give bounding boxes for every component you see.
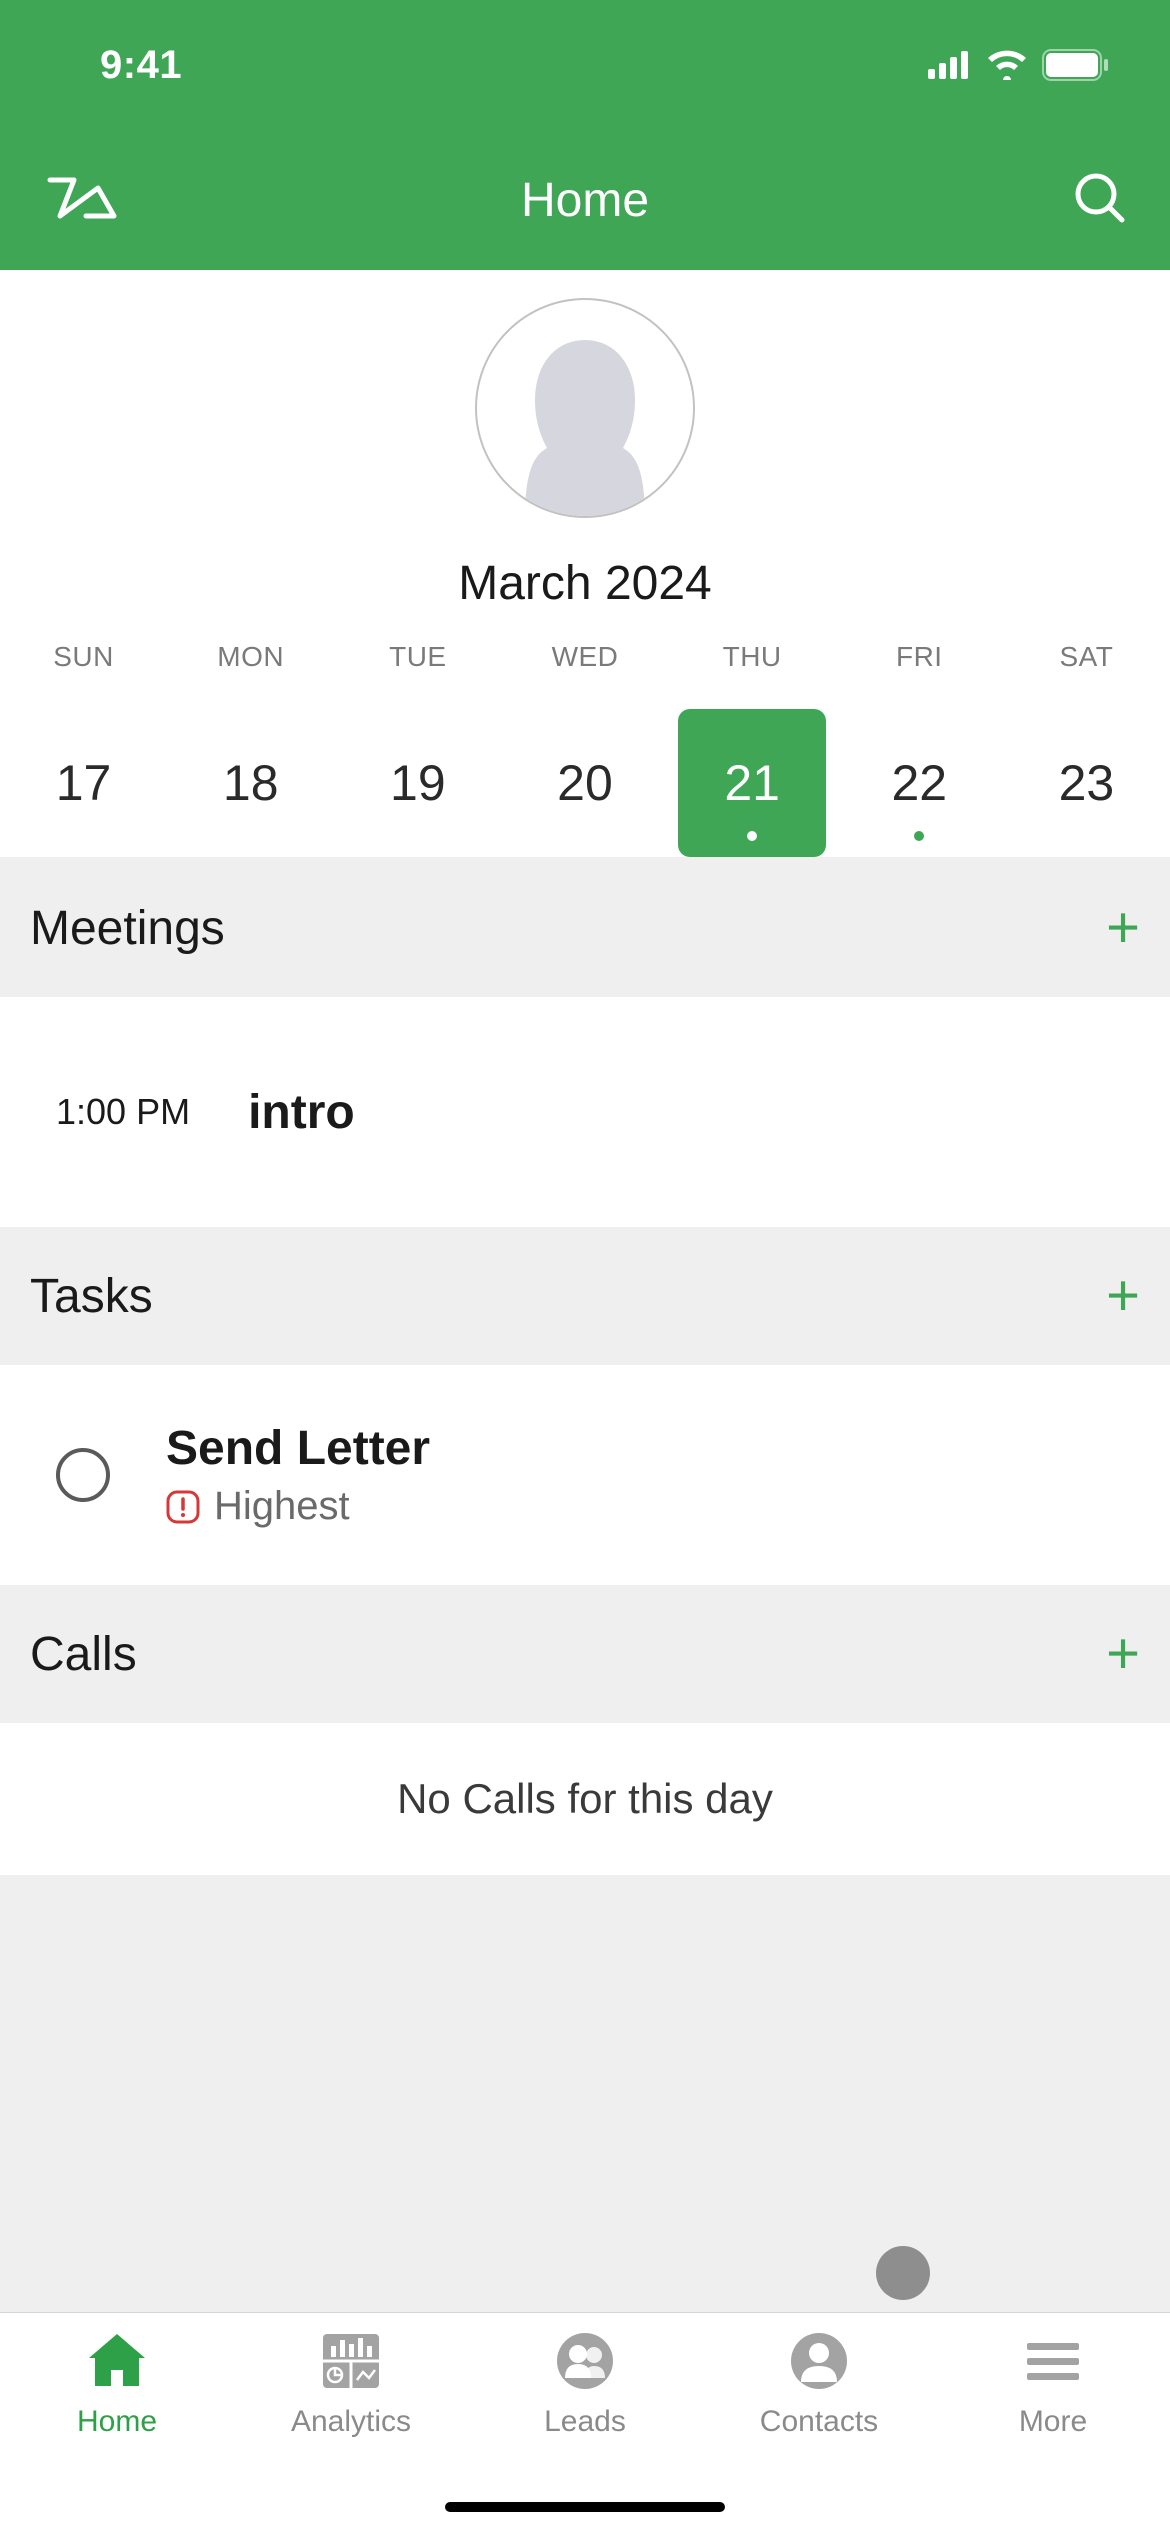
month-label: March 2024 bbox=[458, 518, 711, 641]
tab-more[interactable]: More bbox=[936, 2327, 1170, 2532]
day-cell[interactable]: FRI 22 bbox=[836, 641, 1003, 857]
leads-icon bbox=[551, 2330, 619, 2392]
home-icon bbox=[83, 2330, 151, 2392]
meeting-title: intro bbox=[248, 1085, 355, 1140]
calls-empty-state: No Calls for this day bbox=[0, 1723, 1170, 1875]
add-task-button[interactable]: + bbox=[1106, 1267, 1140, 1325]
contacts-icon bbox=[785, 2330, 853, 2392]
day-cell[interactable]: WED 20 bbox=[501, 641, 668, 857]
spacer bbox=[0, 1875, 1170, 2312]
tasks-section-header: Tasks + bbox=[0, 1227, 1170, 1365]
priority-high-icon bbox=[166, 1490, 200, 1524]
day-dot-icon bbox=[914, 831, 924, 841]
tab-label: Analytics bbox=[291, 2405, 411, 2439]
day-cell[interactable]: SAT 23 bbox=[1003, 641, 1170, 857]
day-cell[interactable]: MON 18 bbox=[167, 641, 334, 857]
week-calendar: SUN 17 MON 18 TUE 19 WED 20 THU 21 bbox=[0, 641, 1170, 857]
calls-section-header: Calls + bbox=[0, 1585, 1170, 1723]
day-number: 18 bbox=[223, 754, 279, 812]
tab-analytics[interactable]: Analytics bbox=[234, 2327, 468, 2532]
battery-icon bbox=[1042, 49, 1110, 81]
avatar[interactable] bbox=[475, 298, 695, 518]
cellular-icon bbox=[928, 51, 972, 79]
day-name: FRI bbox=[896, 641, 943, 673]
tab-bar: Home Analytics bbox=[0, 2312, 1170, 2532]
search-button[interactable] bbox=[1072, 170, 1128, 231]
day-dot-icon bbox=[747, 831, 757, 841]
day-number: 17 bbox=[56, 754, 112, 812]
meetings-section-header: Meetings + bbox=[0, 859, 1170, 997]
day-name: SAT bbox=[1059, 641, 1113, 673]
tab-label: Leads bbox=[544, 2405, 626, 2439]
empty-text: No Calls for this day bbox=[397, 1775, 773, 1823]
task-priority: Highest bbox=[166, 1484, 430, 1529]
day-name: TUE bbox=[389, 641, 447, 673]
section-title: Meetings bbox=[30, 901, 225, 956]
floating-indicator bbox=[876, 2246, 930, 2300]
day-number: 21 bbox=[724, 754, 780, 812]
analytics-icon bbox=[317, 2330, 385, 2392]
add-call-button[interactable]: + bbox=[1106, 1625, 1140, 1683]
task-checkbox[interactable] bbox=[56, 1448, 110, 1502]
avatar-silhouette-icon bbox=[485, 320, 685, 518]
tab-label: Home bbox=[77, 2405, 157, 2439]
day-name: WED bbox=[552, 641, 619, 673]
status-time: 9:41 bbox=[100, 43, 182, 88]
day-name: SUN bbox=[53, 641, 114, 673]
day-cell[interactable]: TUE 19 bbox=[334, 641, 501, 857]
tab-label: More bbox=[1019, 2405, 1087, 2439]
day-name: THU bbox=[723, 641, 782, 673]
day-number: 23 bbox=[1059, 754, 1115, 812]
day-number: 20 bbox=[557, 754, 613, 812]
home-indicator[interactable] bbox=[445, 2502, 725, 2512]
section-title: Calls bbox=[30, 1627, 137, 1682]
day-number: 22 bbox=[891, 754, 947, 812]
page-title: Home bbox=[521, 173, 649, 228]
priority-label: Highest bbox=[214, 1484, 350, 1529]
task-title: Send Letter bbox=[166, 1421, 430, 1476]
add-meeting-button[interactable]: + bbox=[1106, 899, 1140, 957]
wifi-icon bbox=[986, 50, 1028, 80]
meeting-item[interactable]: 1:00 PM intro bbox=[0, 997, 1170, 1227]
day-name: MON bbox=[217, 641, 284, 673]
hamburger-icon bbox=[1023, 2337, 1083, 2385]
zia-icon[interactable] bbox=[42, 168, 122, 233]
nav-bar: Home bbox=[0, 130, 1170, 270]
tab-home[interactable]: Home bbox=[0, 2327, 234, 2532]
day-cell-selected[interactable]: THU 21 bbox=[669, 641, 836, 857]
status-icons bbox=[928, 49, 1110, 81]
section-title: Tasks bbox=[30, 1269, 153, 1324]
tab-contacts[interactable]: Contacts bbox=[702, 2327, 936, 2532]
day-cell[interactable]: SUN 17 bbox=[0, 641, 167, 857]
meeting-time: 1:00 PM bbox=[56, 1091, 190, 1133]
status-bar: 9:41 bbox=[0, 0, 1170, 130]
profile-section: March 2024 SUN 17 MON 18 TUE 19 WED 20 T… bbox=[0, 270, 1170, 857]
task-item[interactable]: Send Letter Highest bbox=[0, 1365, 1170, 1585]
tab-label: Contacts bbox=[760, 2405, 878, 2439]
day-number: 19 bbox=[390, 754, 446, 812]
